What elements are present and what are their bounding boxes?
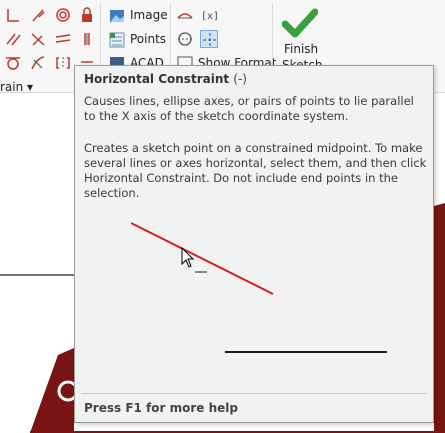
red-slanted-line: [130, 222, 274, 295]
acad-icon[interactable]: [108, 55, 126, 65]
image-icon[interactable]: [108, 7, 126, 25]
points-icon[interactable]: [108, 31, 126, 49]
tangent-constraint-icon[interactable]: [4, 54, 22, 72]
fix-constraint-icon[interactable]: [78, 6, 96, 24]
centerline-icon[interactable]: [200, 30, 218, 48]
vertical-constraint-icon[interactable]: [78, 30, 96, 48]
horizontal-constraint-icon[interactable]: [54, 30, 72, 48]
tooltip-divider: [81, 393, 427, 394]
collinear-constraint-icon[interactable]: [29, 6, 47, 24]
svg-text:[x]: [x]: [201, 11, 218, 22]
smooth-constraint-icon[interactable]: [29, 54, 47, 72]
tooltip-details: Creates a sketch point on a constrained …: [84, 141, 427, 200]
coincident-constraint-icon[interactable]: [4, 6, 22, 24]
parallel-constraint-icon[interactable]: [4, 30, 22, 48]
tooltip-title: Horizontal Constraint (-): [84, 72, 247, 86]
model-body: [30, 348, 74, 433]
finish-sketch-label[interactable]: Finish: [284, 42, 318, 56]
show-format-icon[interactable]: [176, 55, 194, 65]
constrain-panel-label[interactable]: rain ▾: [0, 80, 33, 94]
tooltip-title-text: Horizontal Constraint: [84, 72, 230, 86]
tooltip-help-hint: Press F1 for more help: [84, 401, 238, 415]
construction-icon[interactable]: [176, 30, 194, 48]
image-button-label[interactable]: Image: [130, 8, 168, 22]
tooltip-description: Causes lines, ellipse axes, or pairs of …: [84, 94, 414, 123]
concentric-constraint-icon[interactable]: [54, 6, 72, 24]
tooltip-shortcut: (-): [233, 72, 247, 86]
perpendicular-constraint-icon[interactable]: [29, 30, 47, 48]
points-button-label[interactable]: Points: [130, 32, 166, 46]
sketch-fillet-icon[interactable]: [176, 6, 194, 24]
finish-sketch-check-icon[interactable]: [282, 6, 318, 40]
tooltip-illustration: [130, 222, 387, 353]
horizontal-constraint-tooltip: Horizontal Constraint (-) Causes lines, …: [74, 65, 434, 423]
model-body-right: [434, 203, 445, 433]
symmetric-constraint-icon[interactable]: [54, 54, 72, 72]
parameter-icon[interactable]: [x]: [200, 6, 218, 24]
